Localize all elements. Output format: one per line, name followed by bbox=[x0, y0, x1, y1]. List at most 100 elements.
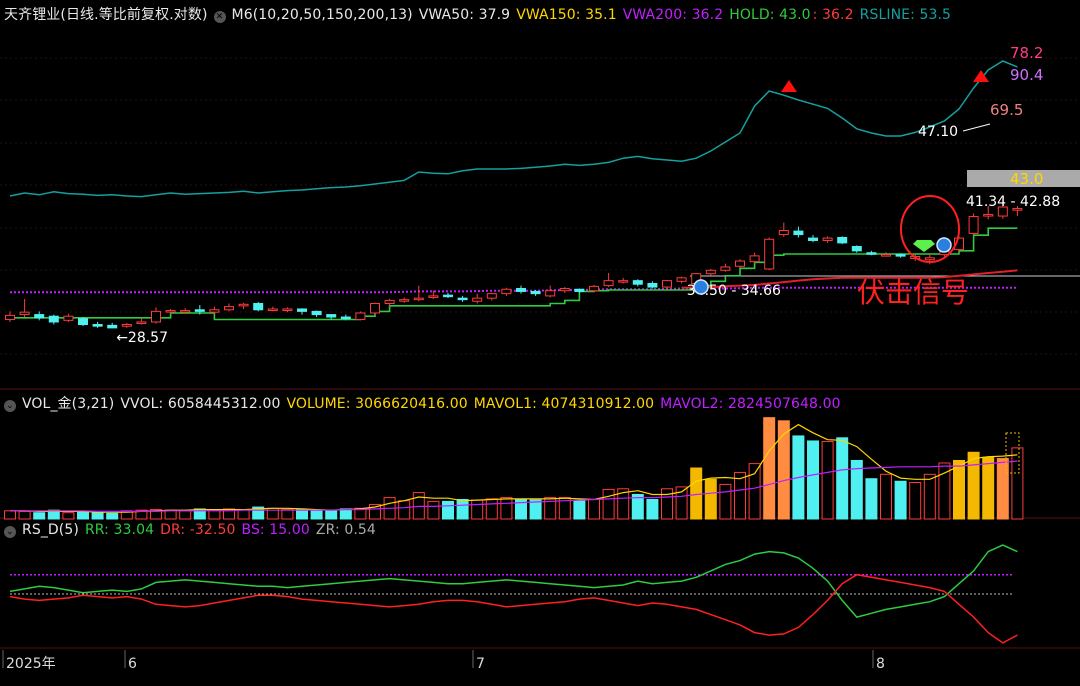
volume-bar bbox=[471, 499, 484, 520]
volume-bar bbox=[646, 498, 659, 520]
candle-body bbox=[92, 323, 103, 327]
zr-value: ZR: 0.54 bbox=[315, 522, 376, 538]
collapse-circle-icon[interactable]: ⌄ bbox=[4, 526, 16, 538]
annotations: ←28.5734.50 - 34.6647.1069.578.290.443.0… bbox=[116, 44, 1080, 346]
x-tick-label: 2025年 bbox=[6, 656, 56, 672]
x-tick-label: 6 bbox=[128, 656, 137, 672]
volume-bar bbox=[865, 478, 878, 520]
mavol2-value: MAVOL2: 2824507648.00 bbox=[660, 396, 841, 412]
grid-lines bbox=[0, 57, 1080, 649]
candle-body bbox=[530, 290, 541, 295]
hold-red-value: : 36.2 bbox=[812, 7, 854, 23]
volume-bar bbox=[179, 510, 192, 520]
volume-bar bbox=[62, 512, 75, 520]
candle-body bbox=[370, 303, 380, 314]
candle-body bbox=[165, 310, 176, 313]
rr-value: RR: 33.04 bbox=[84, 522, 155, 538]
volume-bar bbox=[953, 459, 965, 520]
vwa150-value: VWA150: 35.1 bbox=[516, 7, 617, 23]
candle-body bbox=[720, 266, 731, 271]
low-price-label: ←28.57 bbox=[116, 330, 168, 346]
volume-bar bbox=[923, 473, 936, 520]
volume-bar bbox=[442, 500, 454, 520]
range-label-2: 41.34 - 42.88 bbox=[966, 194, 1060, 210]
volume-bar bbox=[77, 510, 89, 520]
candle-body bbox=[866, 252, 877, 255]
candle-body bbox=[647, 282, 658, 288]
volume-bar bbox=[748, 463, 761, 520]
volume-bar bbox=[602, 488, 615, 520]
volume-bar bbox=[18, 510, 31, 520]
rs-title: RS_D(5) bbox=[22, 522, 79, 538]
diamond-icon bbox=[913, 240, 935, 252]
candle-body bbox=[793, 230, 804, 236]
candle-body bbox=[735, 260, 745, 267]
volume-bar bbox=[836, 437, 849, 520]
candle-body bbox=[326, 314, 337, 318]
target-90-label: 90.4 bbox=[1010, 66, 1043, 84]
dr-value: DR: -32.50 bbox=[160, 522, 236, 538]
candle-body bbox=[881, 254, 891, 257]
volume-bar bbox=[690, 467, 703, 520]
candle-body bbox=[297, 308, 307, 312]
candle-body bbox=[267, 308, 278, 311]
candle-body bbox=[5, 314, 15, 320]
candle-body bbox=[486, 293, 497, 299]
volume-bar bbox=[982, 456, 995, 520]
volume-bar bbox=[880, 473, 892, 520]
volume-bar bbox=[427, 500, 440, 520]
candle-body bbox=[662, 280, 672, 288]
candle-body bbox=[107, 324, 118, 329]
candle-body bbox=[311, 310, 322, 316]
volume-bar bbox=[807, 440, 819, 520]
volume-bar bbox=[33, 512, 46, 520]
volume-bar bbox=[310, 509, 323, 520]
signal-circle bbox=[900, 195, 960, 263]
volume-bar bbox=[398, 500, 411, 520]
dr-series bbox=[9, 573, 1018, 644]
volume-bar bbox=[339, 508, 352, 520]
volume-bar bbox=[208, 509, 221, 520]
volume-bar bbox=[734, 471, 746, 520]
candle-body bbox=[983, 213, 994, 217]
candle-body bbox=[384, 299, 395, 305]
ambush-signal-label: 伏击信号 bbox=[857, 276, 969, 309]
candle-body bbox=[413, 297, 424, 301]
candle-body bbox=[253, 303, 264, 311]
volume-bar bbox=[237, 509, 250, 520]
candle-body bbox=[924, 257, 935, 261]
volume-bar bbox=[456, 498, 469, 520]
indicator-name: M6(10,20,50,150,200,13) bbox=[231, 7, 413, 23]
volume-bar bbox=[281, 509, 294, 520]
volume-bar bbox=[485, 498, 498, 520]
hold-price-label: 43.0 bbox=[1010, 170, 1043, 188]
candle-body bbox=[895, 254, 906, 257]
volume-panel[interactable] bbox=[4, 417, 1024, 520]
candle-body bbox=[180, 310, 191, 313]
volume-bar bbox=[909, 481, 922, 520]
stock-title[interactable]: 天齐锂业(日线.等比前复权.对数) bbox=[4, 7, 208, 23]
candle-body bbox=[443, 294, 453, 298]
collapse-circle-icon[interactable]: ⌄ bbox=[4, 400, 16, 412]
rs-panel[interactable] bbox=[9, 544, 1018, 644]
candle-body bbox=[778, 230, 789, 236]
candle-body bbox=[48, 315, 59, 323]
vvol-value: VVOL: 6058445312.00 bbox=[120, 396, 281, 412]
target-78-label: 78.2 bbox=[1010, 44, 1043, 62]
blue-ball-icon bbox=[693, 279, 709, 295]
volume-bar bbox=[719, 483, 732, 520]
candle-body bbox=[749, 255, 760, 263]
candle-body bbox=[282, 308, 293, 311]
main-header: 天齐锂业(日线.等比前复权.对数) ✕ M6(10,20,50,150,200,13… bbox=[4, 4, 957, 24]
volume-bar bbox=[996, 458, 1009, 520]
volume-bar bbox=[763, 417, 776, 520]
hold-value: HOLD: 43.0 bbox=[729, 7, 811, 23]
candle-body bbox=[808, 237, 818, 241]
x-tick-label: 7 bbox=[476, 656, 485, 672]
volume-bar bbox=[777, 420, 790, 520]
candle-body bbox=[19, 311, 30, 316]
vol-title: VOL_金(3,21) bbox=[22, 396, 115, 412]
candle-body bbox=[428, 295, 439, 298]
settings-circle-icon[interactable]: ✕ bbox=[213, 11, 226, 23]
candle-body bbox=[399, 299, 410, 302]
